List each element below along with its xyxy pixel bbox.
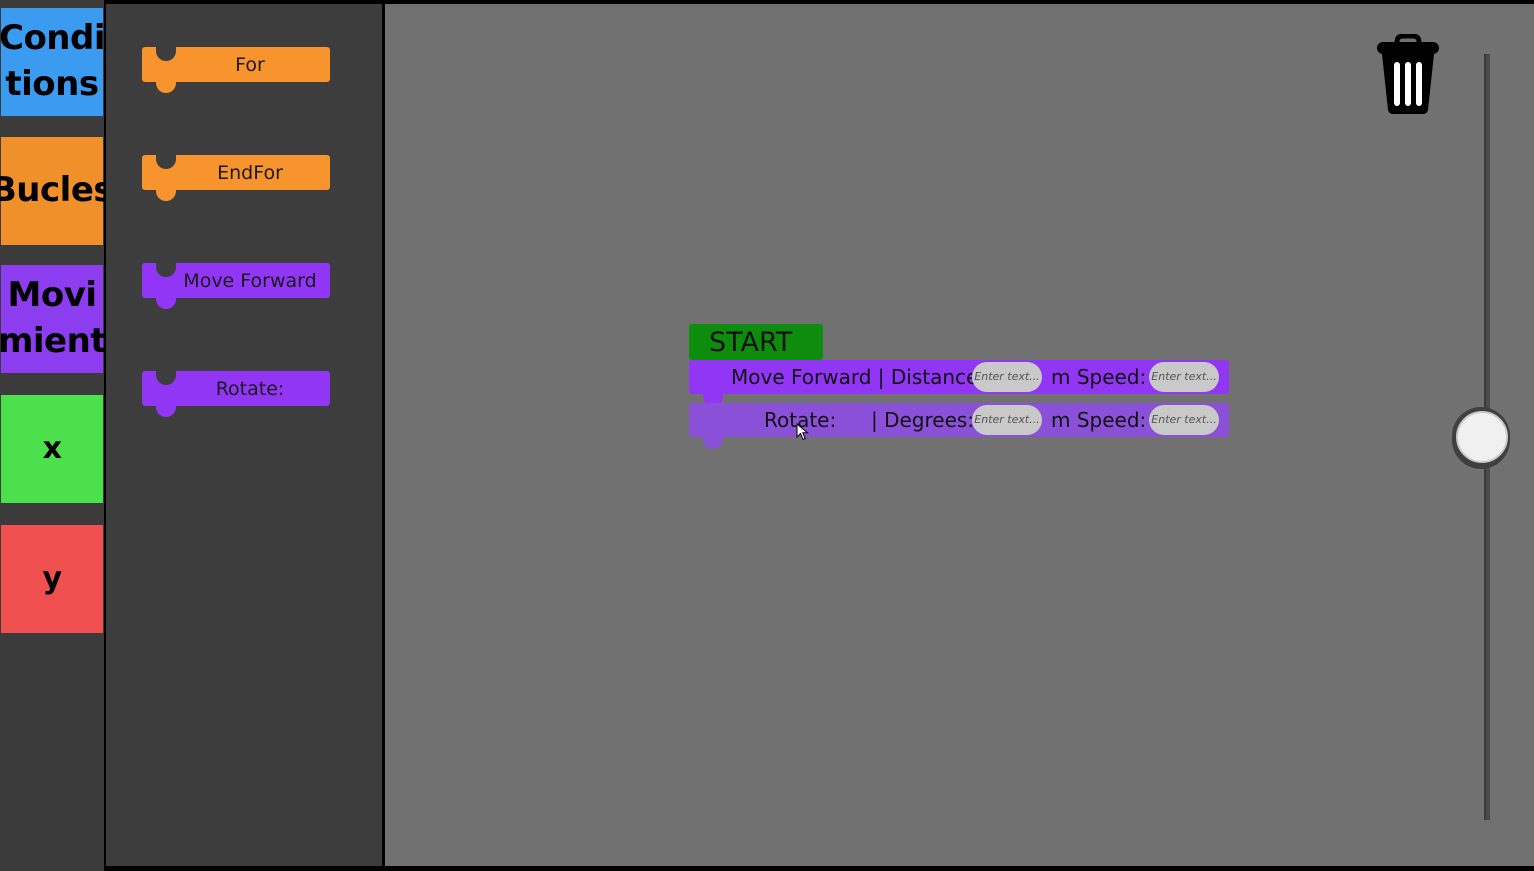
category-x-button[interactable]: x (1, 395, 103, 503)
move-forward-distance-label: Move Forward | Distance: (731, 365, 986, 389)
rotate-block[interactable]: Rotate: | Degrees: m Speed: (689, 403, 1229, 449)
category-y-button[interactable]: y (1, 525, 103, 633)
palette-block-for[interactable]: For (142, 47, 330, 93)
start-block-label: START (709, 327, 793, 358)
category-column: Condi tions Bucles Movi mient x y (0, 0, 114, 871)
move-speed-label: m Speed: (1051, 365, 1147, 389)
palette-block-label: EndFor (217, 161, 283, 184)
block-tab (156, 297, 176, 309)
start-block[interactable]: START (689, 324, 823, 370)
palette-block-rotate[interactable]: Rotate: (142, 371, 330, 417)
mouse-pointer-icon (796, 423, 809, 441)
rotate-degrees-label: | Degrees: (871, 408, 975, 432)
move-forward-block[interactable]: Move Forward | Distance: m Speed: (689, 360, 1229, 406)
move-speed-input[interactable] (1149, 362, 1219, 392)
zoom-slider-knob (1456, 411, 1508, 463)
rotate-speed-input[interactable] (1149, 405, 1219, 435)
block-tab (156, 81, 176, 93)
category-movimiento-button[interactable]: Movi mient (0, 265, 107, 373)
workspace-canvas[interactable]: START Move Forward | Distance: m Speed: … (385, 4, 1534, 866)
palette-block-move-forward[interactable]: Move Forward (142, 263, 330, 309)
block-tab (156, 405, 176, 417)
block-palette: For EndFor Move Forward Rotate: (106, 4, 382, 866)
palette-block-endfor[interactable]: EndFor (142, 155, 330, 201)
palette-block-label: Rotate: (215, 377, 285, 400)
distance-input[interactable] (972, 362, 1042, 392)
category-bucles-button[interactable]: Bucles (0, 137, 114, 245)
degrees-input[interactable] (972, 405, 1042, 435)
palette-block-label: For (235, 53, 265, 76)
block-tab (156, 189, 176, 201)
block-tab (703, 437, 723, 449)
zoom-slider-handle[interactable] (1452, 407, 1510, 469)
category-conditions-button[interactable]: Condi tions (0, 8, 106, 116)
trash-icon[interactable] (1375, 34, 1441, 116)
app-root: Condi tions Bucles Movi mient x y For EndF… (0, 0, 1534, 871)
palette-block-label: Move Forward (183, 269, 317, 292)
rotate-speed-label: m Speed: (1051, 408, 1147, 432)
